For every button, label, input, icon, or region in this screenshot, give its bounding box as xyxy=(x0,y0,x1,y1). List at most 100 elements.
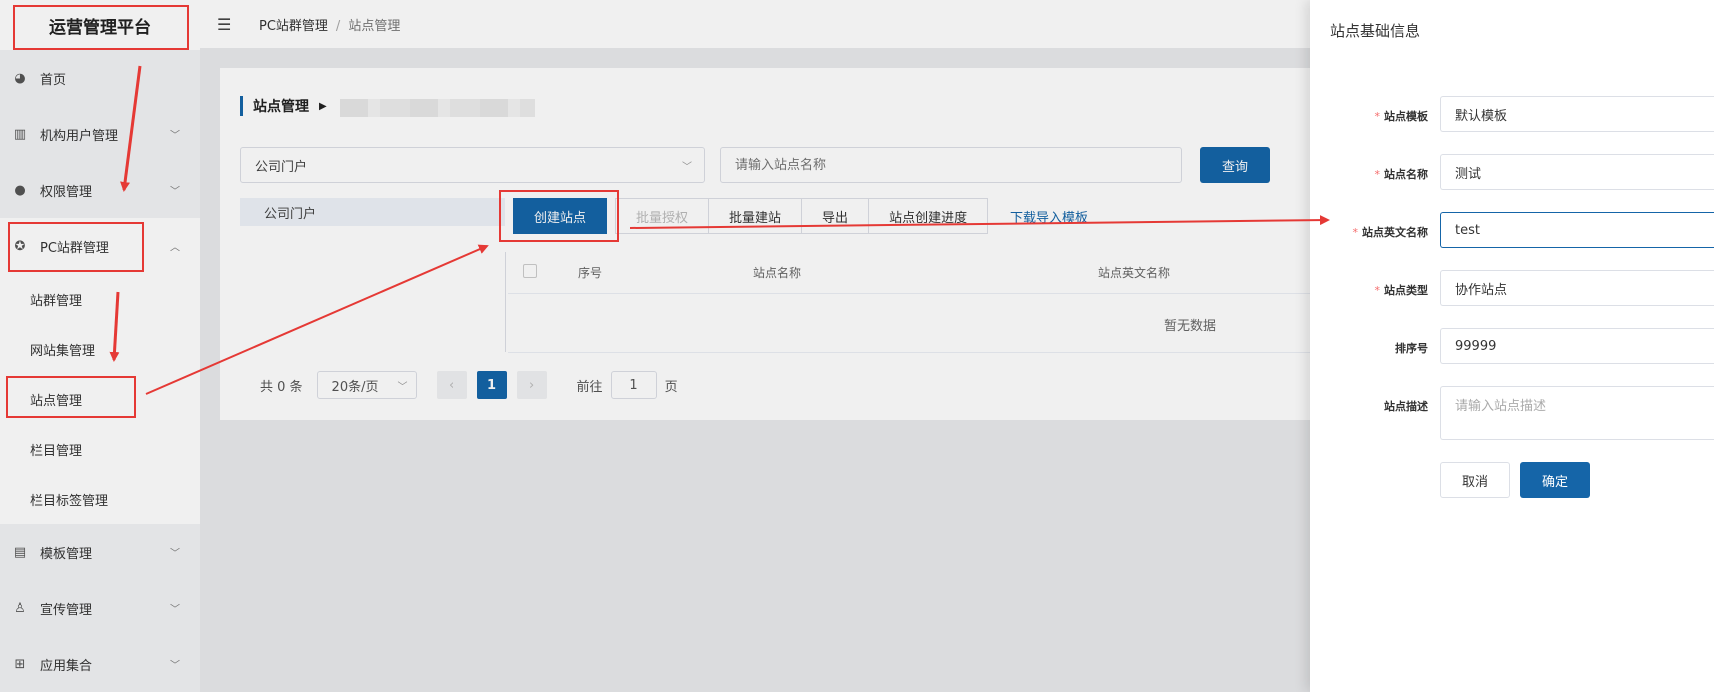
site-name-input[interactable]: 测试 xyxy=(1440,154,1714,190)
breadcrumb-item[interactable]: PC站群管理 xyxy=(259,19,328,34)
page-number[interactable]: 1 xyxy=(476,371,507,399)
apps-icon: ⊞ xyxy=(14,656,26,672)
sidebar-item-label: 模板管理 xyxy=(40,546,93,562)
form-row-site-name: * 站点名称 测试 xyxy=(1310,154,1714,194)
required-mark: * xyxy=(1352,226,1359,239)
confirm-button[interactable]: 确定 xyxy=(1520,462,1590,498)
site-info-drawer: 站点基础信息 * 站点模板 默认模板 * 站点名称 测试 * 站点英文名称 test … xyxy=(1310,0,1714,692)
prev-page-button[interactable]: ‹ xyxy=(436,371,467,399)
sidebar-sub-column-manage[interactable]: 栏目管理 xyxy=(0,424,200,474)
sidebar-item-label: PC站群管理 xyxy=(40,240,109,256)
form-label: * 站点类型 xyxy=(1310,282,1429,298)
next-page-button[interactable]: › xyxy=(516,371,547,399)
select-all-checkbox[interactable] xyxy=(523,264,537,278)
empty-state: 暂无数据 xyxy=(1164,319,1217,334)
page-title-text: 站点管理 xyxy=(253,99,309,115)
sidebar-item-org-users[interactable]: ▥ 机构用户管理 ﹀ xyxy=(0,106,200,162)
caret-right-icon[interactable]: ▶ xyxy=(319,101,327,112)
page-size-select[interactable]: 20条/页 ﹀ xyxy=(316,371,417,399)
form-label: * 站点名称 xyxy=(1310,166,1429,182)
drawer-title: 站点基础信息 xyxy=(1330,22,1421,40)
pagination: 共 0 条 20条/页 ﹀ ‹ 1 › 前往 1 页 xyxy=(260,370,678,400)
sidebar-item-label: 应用集合 xyxy=(40,658,93,674)
create-site-button[interactable]: 创建站点 xyxy=(513,198,608,234)
sidebar-item-home[interactable]: ◕ 首页 xyxy=(0,50,200,106)
required-mark: * xyxy=(1374,110,1381,123)
sidebar-item-label: 首页 xyxy=(40,72,67,88)
sidebar-item-label: 机构用户管理 xyxy=(40,128,119,144)
table-header: 序号 站点名称 站点英文名称 xyxy=(508,252,1310,294)
download-template-link[interactable]: 下载导入模板 xyxy=(1010,207,1088,226)
cancel-button[interactable]: 取消 xyxy=(1440,462,1510,498)
menu-toggle-icon[interactable]: ☰ xyxy=(217,15,239,34)
form-row-template: * 站点模板 默认模板 xyxy=(1310,96,1714,136)
sidebar-sub-column-tag[interactable]: 栏目标签管理 xyxy=(0,474,200,524)
creation-progress-button[interactable]: 站点创建进度 xyxy=(868,198,989,234)
site-en-name-input[interactable]: test xyxy=(1440,212,1714,248)
column-header-site-en-name: 站点英文名称 xyxy=(1098,266,1171,280)
chevron-up-icon: ︿ xyxy=(170,242,180,254)
sidebar-sub-site-group[interactable]: 站群管理 xyxy=(0,274,200,324)
form-row-site-en-name: * 站点英文名称 test xyxy=(1310,212,1714,252)
required-mark: * xyxy=(1374,168,1381,181)
chevron-down-icon: ﹀ xyxy=(397,381,408,393)
site-name-search-input[interactable] xyxy=(720,147,1182,183)
target-icon: ✪ xyxy=(14,238,26,254)
org-select[interactable]: 公司门户 ﹀ xyxy=(240,147,705,183)
sidebar-item-label: 权限管理 xyxy=(40,184,93,200)
blurred-breadcrumb xyxy=(340,99,535,117)
breadcrumb-current: 站点管理 xyxy=(348,18,401,34)
app-logo: 运营管理平台 xyxy=(0,0,200,50)
divider xyxy=(508,352,1310,353)
form-label: * 站点英文名称 xyxy=(1310,224,1429,240)
sort-number-input[interactable]: 99999 xyxy=(1440,328,1714,364)
form-label-text: 站点模板 xyxy=(1384,110,1428,123)
column-header-site-name: 站点名称 xyxy=(753,266,802,280)
required-mark: * xyxy=(1374,284,1381,297)
chevron-down-icon: ﹀ xyxy=(170,548,180,560)
form-label-text: 站点类型 xyxy=(1384,284,1428,297)
chevron-down-icon: ﹀ xyxy=(170,604,180,616)
chevron-down-icon: ﹀ xyxy=(170,660,180,672)
sidebar-item-apps[interactable]: ⊞ 应用集合 ﹀ xyxy=(0,636,200,692)
sidebar-item-pc-sites[interactable]: ✪ PC站群管理 ︿ xyxy=(0,218,200,274)
export-button[interactable]: 导出 xyxy=(801,198,870,234)
tree-node[interactable]: 公司门户 xyxy=(240,198,505,226)
goto-label: 前往 xyxy=(576,379,603,395)
goto-page-input[interactable]: 1 xyxy=(610,371,657,399)
breadcrumb-separator: / xyxy=(335,18,341,34)
total-count: 共 0 条 xyxy=(260,379,303,395)
action-toolbar: 创建站点 批量授权 批量建站 导出 站点创建进度 xyxy=(497,198,989,234)
chevron-down-icon: ﹀ xyxy=(170,186,180,198)
page-title: 站点管理 ▶ xyxy=(240,96,327,116)
sidebar-item-publicity[interactable]: ♙ 宣传管理 ﹀ xyxy=(0,580,200,636)
chevron-down-icon: ﹀ xyxy=(170,130,180,142)
sidebar-sub-website-set[interactable]: 网站集管理 xyxy=(0,324,200,374)
form-row-site-type: * 站点类型 协作站点 xyxy=(1310,270,1714,310)
breadcrumb: PC站群管理 / 站点管理 xyxy=(259,15,400,34)
query-button[interactable]: 查询 xyxy=(1200,147,1270,183)
org-select-value: 公司门户 xyxy=(255,159,308,175)
sidebar-sub-site-manage[interactable]: 站点管理 xyxy=(0,374,200,424)
template-icon: ▤ xyxy=(13,544,27,560)
site-description-textarea[interactable]: 请输入站点描述 xyxy=(1440,386,1714,440)
site-type-select[interactable]: 协作站点 xyxy=(1440,270,1714,306)
form-row-sort: 排序号 99999 xyxy=(1310,328,1714,368)
sidebar-item-label: 宣传管理 xyxy=(40,602,93,618)
sidebar-item-permissions[interactable]: ● 权限管理 ﹀ xyxy=(0,162,200,218)
top-bar: ☰ PC站群管理 / 站点管理 xyxy=(200,0,1310,48)
batch-authorize-button[interactable]: 批量授权 xyxy=(615,198,710,234)
column-header-index: 序号 xyxy=(578,266,603,280)
batch-create-button[interactable]: 批量建站 xyxy=(708,198,803,234)
user-icon: ● xyxy=(14,182,26,198)
sidebar-item-templates[interactable]: ▤ 模板管理 ﹀ xyxy=(0,524,200,580)
form-label-text: 站点英文名称 xyxy=(1362,226,1428,239)
building-icon: ▥ xyxy=(13,126,27,142)
form-row-description: 站点描述 请输入站点描述 xyxy=(1310,386,1714,446)
sidebar: 运营管理平台 ◕ 首页 ▥ 机构用户管理 ﹀ ● 权限管理 ﹀ ✪ PC站群管理… xyxy=(0,0,200,692)
megaphone-icon: ♙ xyxy=(14,600,26,616)
site-template-input[interactable]: 默认模板 xyxy=(1440,96,1714,132)
form-label: 排序号 xyxy=(1395,342,1428,355)
form-label: 站点描述 xyxy=(1384,400,1428,413)
divider xyxy=(505,252,506,352)
